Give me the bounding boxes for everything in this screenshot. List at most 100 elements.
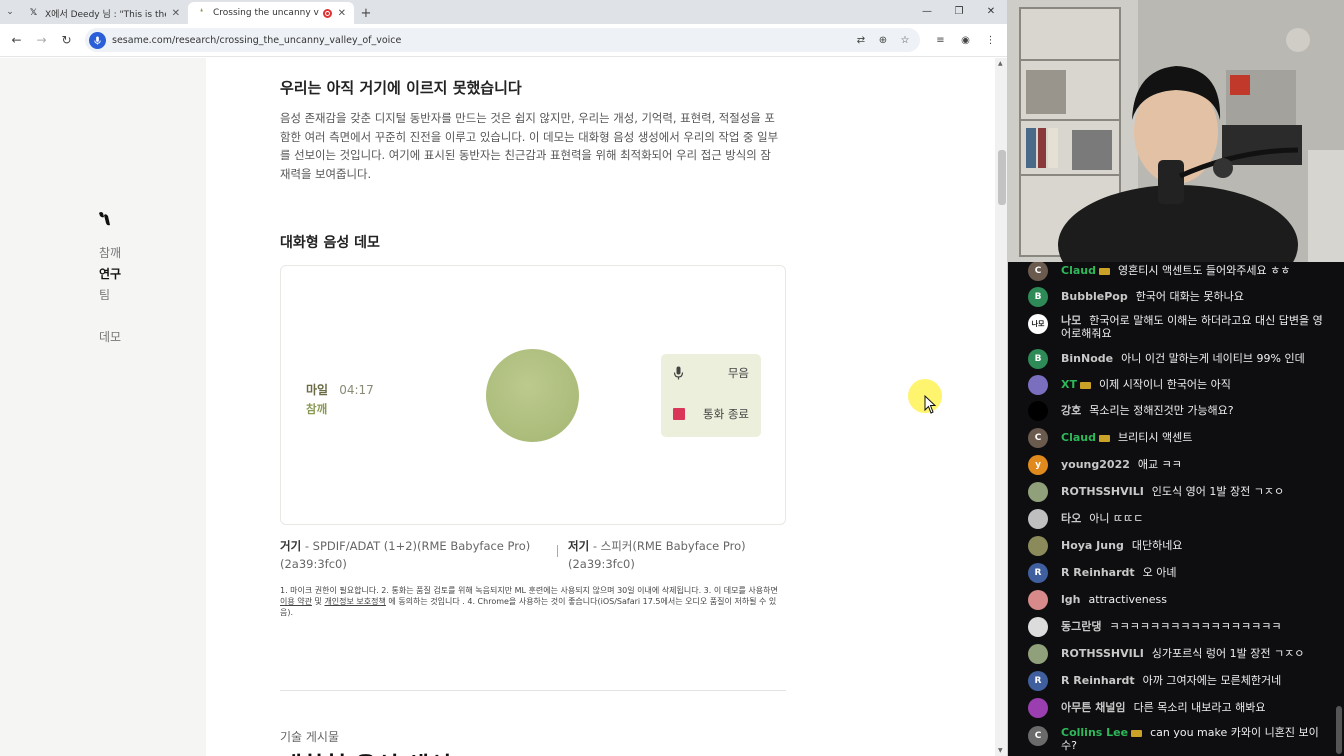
chat-message: 타오 아니 ㄸㄸㄷ <box>1008 506 1338 530</box>
chat-username[interactable]: Collins Lee <box>1061 726 1143 739</box>
profile-avatar-icon[interactable]: ◉ <box>953 30 978 50</box>
chat-line: 타오 아니 ㄸㄸㄷ <box>1061 512 1327 525</box>
chat-line: 동그란댕 ㅋㅋㅋㅋㅋㅋㅋㅋㅋㅋㅋㅋㅋㅋㅋㅋㅋ <box>1061 620 1327 633</box>
chat-message: 아무튼 채널임 다른 목소리 내보라고 해봐요 <box>1008 695 1338 719</box>
chat-username[interactable]: Claud <box>1061 431 1110 444</box>
chat-line: ROTHSSHVILI 싱가포르식 렁어 1발 장전 ㄱㅈㅇ <box>1061 647 1327 660</box>
close-window-icon[interactable]: ✕ <box>975 0 1007 22</box>
chat-username[interactable]: 나모 <box>1061 314 1081 327</box>
nav-link-sesame[interactable]: 참깨 <box>99 244 121 265</box>
chat-avatar[interactable] <box>1028 401 1048 421</box>
scrollbar-thumb[interactable] <box>998 150 1006 205</box>
page-scrollbar[interactable]: ▲ ▼ <box>995 58 1007 756</box>
chat-text: 영혼티시 액센트도 들어와주세요 ㅎㅎ <box>1117 264 1291 277</box>
caller-status: 참깨 <box>306 402 328 416</box>
chat-line: R Reinhardt 아까 그여자에는 모른체한거네 <box>1061 674 1327 687</box>
browser-toolbar: ← → ↻ sesame.com/research/crossing_the_u… <box>0 24 1007 57</box>
chat-username[interactable]: ROTHSSHVILI <box>1061 647 1144 660</box>
demo-heading: 대화형 음성 데모 <box>280 235 380 251</box>
chat-avatar[interactable]: C <box>1028 428 1048 448</box>
close-tab-icon[interactable]: ✕ <box>172 8 180 19</box>
sesame-favicon-icon: ❛ <box>199 8 204 18</box>
terms-link[interactable]: 이용 약관 <box>280 597 312 606</box>
chat-text: 대단하네요 <box>1131 539 1183 552</box>
post-category-label: 기술 게시물 <box>280 730 340 744</box>
chat-username[interactable]: BubblePop <box>1061 290 1128 303</box>
chat-text: 한국어 대화는 못하나요 <box>1135 290 1244 303</box>
chat-text: 싱가포르식 렁어 1발 장전 ㄱㅈㅇ <box>1151 647 1305 660</box>
chat-username[interactable]: lgh <box>1061 593 1080 606</box>
tab-sesame[interactable]: ❛ Crossing the uncanny valle ✕ <box>188 2 354 24</box>
chat-text: 아까 그여자에는 모른체한거네 <box>1142 674 1282 687</box>
chat-text: attractiveness <box>1088 593 1168 606</box>
reload-button[interactable]: ↻ <box>54 28 79 53</box>
media-control-icon[interactable]: ≡ <box>928 30 953 50</box>
chat-avatar[interactable] <box>1028 375 1048 395</box>
end-call-button[interactable]: 통화 종료 <box>673 406 749 422</box>
subscriber-badge-icon <box>1098 267 1110 275</box>
more-menu-icon[interactable]: ⋮ <box>978 30 1003 50</box>
chat-username[interactable]: 동그란댕 <box>1061 620 1101 633</box>
nav-link-research[interactable]: 연구 <box>99 265 121 286</box>
new-tab-button[interactable]: + <box>354 2 378 24</box>
scroll-up-icon[interactable]: ▲ <box>998 60 1003 67</box>
sesame-logo-icon[interactable] <box>98 211 112 227</box>
restore-icon[interactable]: ❐ <box>943 0 975 22</box>
chat-username[interactable]: XT <box>1061 378 1091 391</box>
chat-avatar[interactable] <box>1028 617 1048 637</box>
close-tab-icon[interactable]: ✕ <box>338 8 346 19</box>
microphone-active-icon[interactable] <box>89 31 106 49</box>
chat-avatar[interactable]: C <box>1028 262 1048 281</box>
site-nav: 참깨 연구 팀 데모 <box>99 244 121 349</box>
voice-orb <box>486 349 579 442</box>
chat-avatar[interactable]: R <box>1028 563 1048 583</box>
chat-username[interactable]: 강호 <box>1061 404 1081 417</box>
chat-avatar[interactable] <box>1028 590 1048 610</box>
chat-avatar[interactable] <box>1028 482 1048 502</box>
microphone-icon <box>673 366 684 380</box>
nav-link-demo[interactable]: 데모 <box>99 328 121 349</box>
translate-icon[interactable]: ⇄ <box>850 30 872 50</box>
tab-x[interactable]: 𝕏 X에서 Deedy 님 : "This is the ✕ <box>20 2 188 24</box>
chat-avatar[interactable] <box>1028 698 1048 718</box>
forward-button[interactable]: → <box>29 28 54 53</box>
chat-avatar[interactable]: B <box>1028 349 1048 369</box>
chat-avatar[interactable]: R <box>1028 671 1048 691</box>
privacy-link[interactable]: 개인정보 보호정책 <box>324 597 385 606</box>
back-button[interactable]: ← <box>4 28 29 53</box>
chat-username[interactable]: Claud <box>1061 264 1110 277</box>
chat-avatar[interactable] <box>1028 509 1048 529</box>
chat-avatar[interactable]: 나모 <box>1028 314 1048 334</box>
chat-username[interactable]: BinNode <box>1061 352 1113 365</box>
chat-avatar[interactable] <box>1028 536 1048 556</box>
zoom-icon[interactable]: ⊕ <box>872 30 894 50</box>
chat-username[interactable]: 아무튼 채널임 <box>1061 701 1126 714</box>
chat-avatar[interactable]: B <box>1028 287 1048 307</box>
screen: ⌄ 𝕏 X에서 Deedy 님 : "This is the ✕ ❛ Cross… <box>0 0 1344 756</box>
chat-avatar[interactable] <box>1028 644 1048 664</box>
chat-line: 아무튼 채널임 다른 목소리 내보라고 해봐요 <box>1061 701 1327 714</box>
bookmark-star-icon[interactable]: ☆ <box>894 30 916 50</box>
post-title: 대화형 음성 생성 <box>280 746 451 756</box>
minimize-icon[interactable]: — <box>911 0 943 22</box>
output-device[interactable]: 저기 - 스피커(RME Babyface Pro) (2a39:3fc0) <box>568 537 778 573</box>
input-device[interactable]: 거기 - SPDIF/ADAT (1+2)(RME Babyface Pro) … <box>280 537 538 573</box>
browser-window: ⌄ 𝕏 X에서 Deedy 님 : "This is the ✕ ❛ Cross… <box>0 0 1008 756</box>
chat-username[interactable]: R Reinhardt <box>1061 674 1135 687</box>
address-bar[interactable]: sesame.com/research/crossing_the_uncanny… <box>85 28 920 52</box>
chat-line: 나모 한국어로 말해도 이해는 하더라고요 대신 답변을 영어로해줘요 <box>1061 314 1327 340</box>
mute-button[interactable]: 무음 <box>673 365 749 381</box>
chat-avatar[interactable]: y <box>1028 455 1048 475</box>
chat-message: C Collins Lee can you make 카와이 니혼진 보이수? <box>1008 720 1338 752</box>
tab-search-icon[interactable]: ⌄ <box>0 0 20 24</box>
chat-username[interactable]: R Reinhardt <box>1061 566 1135 579</box>
nav-link-team[interactable]: 팀 <box>99 286 121 307</box>
chat-avatar[interactable]: C <box>1028 726 1048 746</box>
scroll-down-icon[interactable]: ▼ <box>998 747 1003 754</box>
chat-username[interactable]: ROTHSSHVILI <box>1061 485 1144 498</box>
chat-username[interactable]: Hoya Jung <box>1061 539 1124 552</box>
stop-icon <box>673 408 685 420</box>
chat-username[interactable]: young2022 <box>1061 458 1130 471</box>
output-device-name: 스피커(RME Babyface Pro) (2a39:3fc0) <box>568 539 746 571</box>
chat-username[interactable]: 타오 <box>1061 512 1081 525</box>
